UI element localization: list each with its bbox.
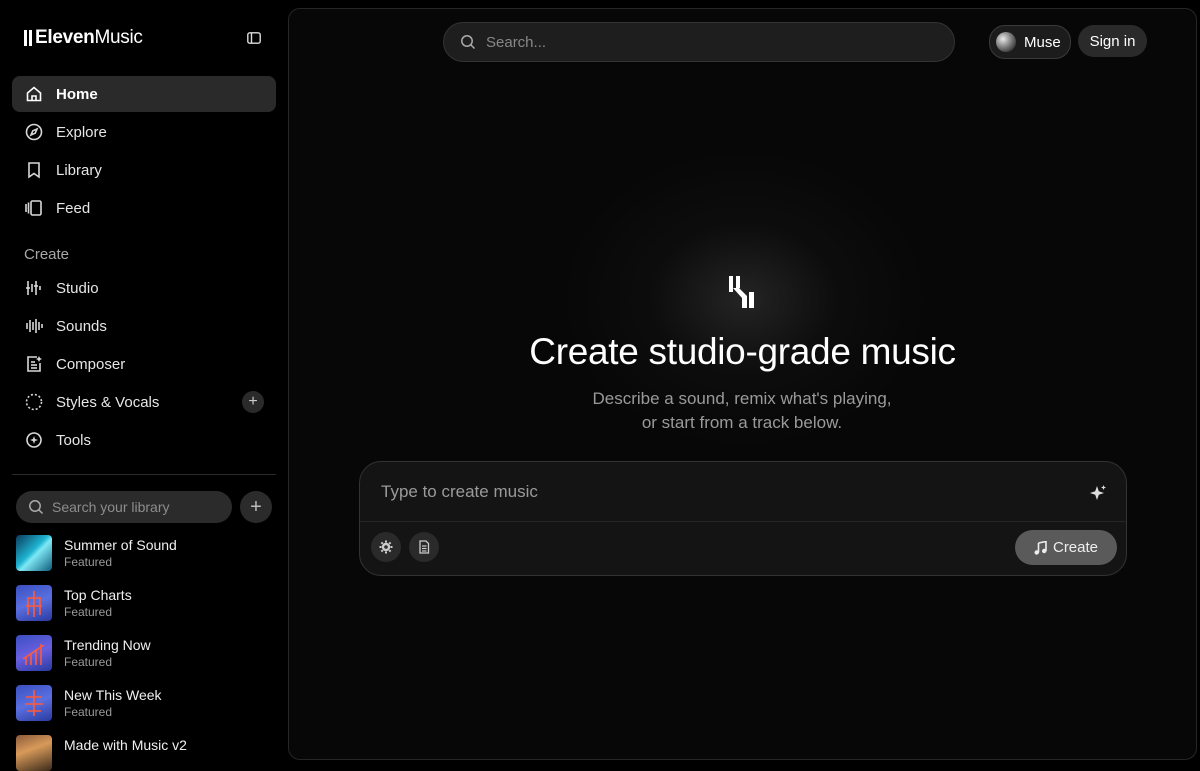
nav-item-composer[interactable]: Composer	[12, 346, 276, 382]
logo-row: Eleven Music	[24, 26, 264, 50]
studio-icon	[24, 278, 44, 298]
create-button-label: Create	[1052, 539, 1099, 556]
hero-subtitle: Describe a sound, remix what's playing, …	[592, 389, 892, 432]
nav-item-label: Feed	[56, 199, 91, 217]
main-panel: Muse Sign in Create studio-grade music D…	[288, 8, 1197, 760]
logo-light: Music	[94, 27, 143, 48]
nav-item-label: Styles & Vocals	[56, 393, 160, 411]
search-icon	[461, 35, 476, 50]
nav-item-sounds[interactable]: Sounds	[12, 308, 276, 344]
playlist-thumbnail	[16, 735, 52, 771]
tools-icon	[24, 430, 44, 450]
composer-icon	[24, 354, 44, 374]
compass-icon	[24, 122, 44, 142]
music-prompt-input[interactable]	[379, 476, 1063, 508]
nav-item-label: Sounds	[56, 317, 107, 335]
library-item-top-charts[interactable]: Top Charts Featured	[16, 585, 276, 621]
library-search-input[interactable]	[50, 498, 224, 516]
settings-button[interactable]	[371, 532, 401, 562]
hero-title: Create studio-grade music	[529, 331, 956, 372]
nav-item-library[interactable]: Library	[12, 152, 276, 188]
nav-item-label: Tools	[56, 431, 92, 449]
dotted-circle-icon	[24, 392, 44, 412]
document-icon	[419, 540, 430, 554]
sidebar: Eleven Music Home Explore Library Feed Cr…	[0, 0, 288, 771]
composer-divider	[360, 521, 1126, 522]
library-item-title: Trending Now	[64, 637, 151, 653]
nav-item-label: Studio	[56, 279, 99, 297]
library-add-button[interactable]: +	[240, 491, 272, 523]
search-icon	[29, 500, 44, 515]
library-item-title: New This Week	[64, 687, 162, 703]
library-item-made-with-music-v2[interactable]: Made with Music v2	[16, 735, 276, 771]
nav-item-tools[interactable]: Tools	[12, 422, 276, 458]
brand-mark-icon	[729, 276, 754, 308]
library-item-trending-now[interactable]: Trending Now Featured	[16, 635, 276, 671]
sidebar-panel-icon	[247, 32, 261, 44]
global-search[interactable]	[443, 22, 955, 62]
gear-icon	[379, 540, 393, 554]
music-prompt-composer: Create	[359, 461, 1127, 576]
library-item-subtitle: Featured	[64, 555, 113, 569]
playlist-thumbnail	[16, 585, 52, 621]
bookmark-icon	[24, 160, 44, 180]
muse-label: Muse	[1024, 33, 1061, 51]
collapse-sidebar-button[interactable]	[244, 28, 264, 48]
nav-item-label: Composer	[56, 355, 126, 373]
nav-item-home[interactable]: Home	[12, 76, 276, 112]
library-item-subtitle: Featured	[64, 705, 113, 719]
add-style-button[interactable]: +	[242, 391, 264, 413]
sidebar-divider	[12, 474, 276, 475]
nav-item-explore[interactable]: Explore	[12, 114, 276, 150]
library-item-title: Summer of Sound	[64, 537, 177, 553]
lyrics-button[interactable]	[409, 532, 439, 562]
music-note-icon	[1034, 540, 1047, 555]
home-icon	[24, 84, 44, 104]
global-search-input[interactable]	[484, 32, 928, 52]
nav-item-styles-vocals[interactable]: Styles & Vocals +	[12, 384, 276, 420]
playlist-thumbnail	[16, 535, 52, 571]
library-item-title: Made with Music v2	[64, 737, 187, 753]
playlist-thumbnail	[16, 635, 52, 671]
create-section-label: Create	[24, 246, 70, 263]
muse-button[interactable]: Muse	[989, 25, 1071, 59]
library-search[interactable]	[16, 491, 232, 523]
sparkle-icon[interactable]	[1088, 484, 1108, 504]
playlist-thumbnail	[16, 685, 52, 721]
sign-in-button[interactable]: Sign in	[1078, 25, 1147, 57]
library-item-new-this-week[interactable]: New This Week Featured	[16, 685, 276, 721]
nav-item-label: Home	[56, 85, 98, 103]
waveform-icon	[24, 316, 44, 336]
library-item-subtitle: Featured	[64, 655, 113, 669]
library-item-subtitle: Featured	[64, 605, 113, 619]
app-logo[interactable]: Eleven Music	[24, 27, 143, 49]
logo-bars-icon	[24, 30, 32, 46]
nav-item-label: Library	[56, 161, 102, 179]
library-item-summer-of-sound[interactable]: Summer of Sound Featured	[16, 535, 276, 571]
nav-item-feed[interactable]: Feed	[12, 190, 276, 226]
logo-bold: Eleven	[35, 27, 95, 48]
library-item-title: Top Charts	[64, 587, 132, 603]
nav-item-studio[interactable]: Studio	[12, 270, 276, 306]
create-button[interactable]: Create	[1015, 530, 1117, 565]
feed-icon	[24, 198, 44, 218]
muse-orb-icon	[996, 32, 1016, 52]
nav-item-label: Explore	[56, 123, 107, 141]
